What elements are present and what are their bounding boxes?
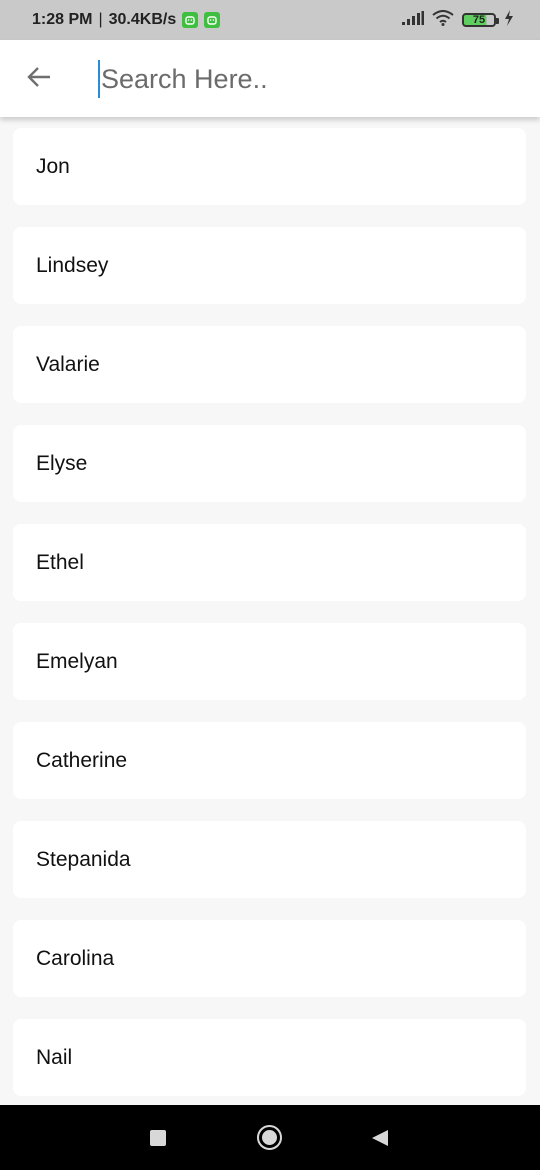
android-notification-icon — [182, 12, 199, 28]
list-item[interactable]: Elyse — [13, 425, 526, 502]
search-input[interactable] — [98, 60, 521, 98]
android-notification-icon — [204, 12, 221, 28]
list-item[interactable]: Nail — [13, 1019, 526, 1096]
battery-icon: 75 — [462, 13, 499, 27]
list-item[interactable]: Carolina — [13, 920, 526, 997]
list-item-label: Valarie — [36, 352, 100, 376]
list-item-label: Catherine — [36, 748, 128, 772]
name-list: Jon Lindsey Valarie Elyse Ethel Emelyan … — [13, 128, 526, 1118]
list-item-label: Ethel — [36, 550, 84, 574]
list-item-label: Jon — [36, 154, 70, 178]
home-dot — [262, 1130, 277, 1145]
system-navigation-bar — [0, 1105, 540, 1170]
list-item-label: Emelyan — [36, 649, 118, 673]
list-item[interactable]: Jon — [13, 128, 526, 205]
list-item-label: Elyse — [36, 451, 88, 475]
list-item-label: Nail — [36, 1045, 73, 1069]
home-circle-icon[interactable] — [257, 1125, 282, 1150]
back-triangle-icon[interactable] — [371, 1129, 389, 1147]
charging-icon — [504, 9, 514, 31]
signal-icon — [402, 10, 424, 30]
list-item[interactable]: Stepanida — [13, 821, 526, 898]
list-item-label: Stepanida — [36, 847, 131, 871]
list-item[interactable]: Ethel — [13, 524, 526, 601]
back-button[interactable] — [22, 62, 56, 96]
status-left: 1:28 PM | 30.4KB/s — [32, 11, 221, 29]
list-item-label: Lindsey — [36, 253, 109, 277]
list-item-label: Carolina — [36, 946, 115, 970]
search-app-bar — [0, 40, 540, 117]
status-bar: 1:28 PM | 30.4KB/s 75 — [0, 0, 540, 40]
network-speed: 30.4KB/s — [108, 11, 177, 28]
list-item[interactable]: Lindsey — [13, 227, 526, 304]
arrow-left-icon — [26, 66, 52, 93]
status-separator: | — [98, 11, 103, 28]
list-item[interactable]: Valarie — [13, 326, 526, 403]
status-time: 1:28 PM — [32, 11, 93, 28]
recents-square-icon[interactable] — [150, 1130, 166, 1146]
wifi-icon — [432, 9, 454, 31]
status-right: 75 — [402, 9, 514, 31]
battery-level: 75 — [472, 14, 486, 26]
list-item[interactable]: Emelyan — [13, 623, 526, 700]
list-item[interactable]: Catherine — [13, 722, 526, 799]
